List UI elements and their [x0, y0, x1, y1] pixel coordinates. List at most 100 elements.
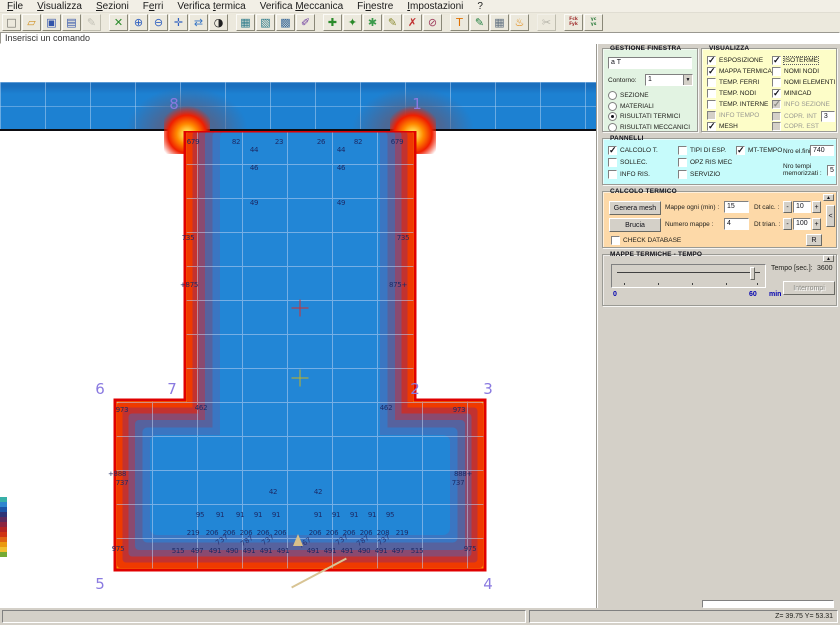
section-mesh-button[interactable]: ▩ [276, 14, 295, 31]
dt-trian-minus-button[interactable]: - [783, 218, 792, 230]
checkbox-row-isoterme[interactable]: ISOTERME [772, 56, 818, 65]
mappe-ogni-input[interactable]: 15 [724, 201, 749, 213]
refresh-view-button[interactable]: ⇄ [189, 14, 208, 31]
add-node-button[interactable]: ✚ [323, 14, 342, 31]
gamma-coefficients-button[interactable]: γc γs [584, 14, 603, 31]
check-database-checkbox[interactable] [611, 236, 620, 245]
checkbox-row-minicad[interactable]: MINICAD [772, 89, 811, 98]
shade-render-button[interactable]: ◑ [209, 14, 228, 31]
thermal-fire-button[interactable]: T [450, 14, 469, 31]
r-button[interactable]: R [806, 234, 822, 246]
tipi-di-esp-checkbox[interactable] [678, 146, 687, 155]
temp-nodi-checkbox[interactable] [707, 89, 716, 98]
drawing-canvas[interactable]: 81672354 6798223268267944444646494973573… [0, 44, 597, 608]
pan-button[interactable]: ✛ [169, 14, 188, 31]
temp-ferri-checkbox[interactable] [707, 78, 716, 87]
minicad-checkbox[interactable] [772, 89, 781, 98]
zoom-in-button[interactable]: ⊕ [129, 14, 148, 31]
new-document-button[interactable]: □ [2, 14, 21, 31]
checkbox-row-esposizione[interactable]: ESPOSIZIONE [707, 56, 763, 65]
dt-calc-value[interactable]: 10 [793, 201, 811, 213]
contorno-select[interactable]: 1 ▼ [645, 74, 693, 86]
checkbox-row-opz-ris-mec[interactable]: OPZ RIS MEC [678, 158, 732, 167]
risultati-termici-radio[interactable] [608, 112, 617, 121]
dt-calc-minus-button[interactable]: - [783, 201, 792, 213]
section-nodes-button[interactable]: ▦ [236, 14, 255, 31]
checkbox-row-temp-ferri[interactable]: TEMP. FERRI [707, 78, 759, 87]
dt-trian-value[interactable]: 100 [793, 218, 811, 230]
dt-calc-plus-button[interactable]: + [812, 201, 821, 213]
checkbox-row-mt-tempo[interactable]: MT-TEMPO [736, 146, 782, 155]
open-folder-button[interactable]: ▱ [22, 14, 41, 31]
materiali-radio[interactable] [608, 102, 617, 111]
menu-ferri[interactable]: Ferri [136, 0, 171, 13]
zoom-out-button[interactable]: ⊖ [149, 14, 168, 31]
mt-tempo-checkbox[interactable] [736, 146, 745, 155]
dt-trian-plus-button[interactable]: + [812, 218, 821, 230]
section-elements-button[interactable]: ▧ [256, 14, 275, 31]
fck-fyk-materials-button[interactable]: Fck Fyk [564, 14, 583, 31]
checkbox-row-mappa-termica[interactable]: MAPPA TERMICA [707, 67, 772, 76]
genera-mesh-button[interactable]: Genera mesh [609, 201, 661, 215]
section-draw-button[interactable]: ✐ [296, 14, 315, 31]
temp-interne-checkbox[interactable] [707, 100, 716, 109]
nomi-nodi-checkbox[interactable] [772, 67, 781, 76]
copr-int-value[interactable]: 3 [821, 111, 835, 122]
panel-bottom-field[interactable] [702, 600, 834, 608]
section-name-input[interactable]: a T [608, 57, 692, 69]
checkbox-row-calcolo-t[interactable]: CALCOLO T. [608, 146, 658, 155]
radio-row-risultati-termici[interactable]: RISULTATI TERMICI [608, 112, 680, 121]
mappa-termica-checkbox[interactable] [707, 67, 716, 76]
checkbox-row-sollec[interactable]: SOLLEC. [608, 158, 647, 167]
slider-thumb[interactable] [750, 267, 755, 280]
menu-file[interactable]: File [0, 0, 30, 13]
menu-impostazioni[interactable]: Impostazioni [400, 0, 470, 13]
risultati-meccanici-radio[interactable] [608, 123, 617, 132]
info-ris-checkbox[interactable] [608, 170, 617, 179]
servizio-checkbox[interactable] [678, 170, 687, 179]
checkbox-row-nomi-nodi[interactable]: NOMI NODI [772, 67, 819, 76]
report-edit-button[interactable]: ✎ [470, 14, 489, 31]
edit-node-button[interactable]: ✎ [383, 14, 402, 31]
checkbox-row-nomi-elementi[interactable]: NOMI ELEMENTI [772, 78, 835, 87]
numero-mappe-input[interactable]: 4 [724, 218, 749, 230]
menu-[interactable]: ? [470, 0, 490, 13]
save-button[interactable]: ▣ [42, 14, 61, 31]
checkbox-row-tipi-di-esp[interactable]: TIPI DI ESP. [678, 146, 726, 155]
sezione-radio[interactable] [608, 91, 617, 100]
collapse-panel-left-button[interactable]: < [826, 205, 835, 227]
save-report-button[interactable]: ▤ [62, 14, 81, 31]
menu-verifica-termica[interactable]: Verifica termica [170, 0, 252, 13]
flame-button[interactable]: ♨ [510, 14, 529, 31]
checkbox-row-temp-interne[interactable]: TEMP. INTERNE [707, 100, 768, 109]
add-element-button[interactable]: ✦ [343, 14, 362, 31]
check-database-row[interactable]: CHECK DATABASE [611, 236, 681, 245]
sollec-checkbox[interactable] [608, 158, 617, 167]
isoterme-checkbox[interactable] [772, 56, 781, 65]
opz-ris-mec-checkbox[interactable] [678, 158, 687, 167]
calcolo-t-checkbox[interactable] [608, 146, 617, 155]
radio-row-materiali[interactable]: MATERIALI [608, 102, 654, 111]
esposizione-checkbox[interactable] [707, 56, 716, 65]
chevron-down-icon[interactable]: ▼ [683, 75, 692, 85]
nomi-elementi-checkbox[interactable] [772, 78, 781, 87]
brucia-button[interactable]: Brucia [609, 218, 661, 232]
menu-sezioni[interactable]: Sezioni [89, 0, 136, 13]
checkbox-row-servizio[interactable]: SERVIZIO [678, 170, 720, 179]
edit-mesh-button[interactable]: ✱ [363, 14, 382, 31]
zoom-extents-button[interactable]: ✕ [109, 14, 128, 31]
collapse-mappe-button[interactable]: ▲ [823, 255, 834, 262]
menu-visualizza[interactable]: Visualizza [30, 0, 89, 13]
checkbox-row-info-ris[interactable]: INFO RIS. [608, 170, 650, 179]
checkbox-row-temp-nodi[interactable]: TEMP. NODI [707, 89, 756, 98]
checkbox-row-mesh[interactable]: MESH [707, 122, 738, 131]
delete-node-button[interactable]: ✗ [403, 14, 422, 31]
radio-row-sezione[interactable]: SEZIONE [608, 91, 649, 100]
result-table-button[interactable]: ▦ [490, 14, 509, 31]
toggle-node-button[interactable]: ⊘ [423, 14, 442, 31]
mesh-checkbox[interactable] [707, 122, 716, 131]
menu-finestre[interactable]: Finestre [350, 0, 400, 13]
time-slider[interactable] [611, 264, 766, 288]
menu-verifica-meccanica[interactable]: Verifica Meccanica [253, 0, 350, 13]
command-input[interactable]: Inserisci un comando [0, 32, 840, 44]
